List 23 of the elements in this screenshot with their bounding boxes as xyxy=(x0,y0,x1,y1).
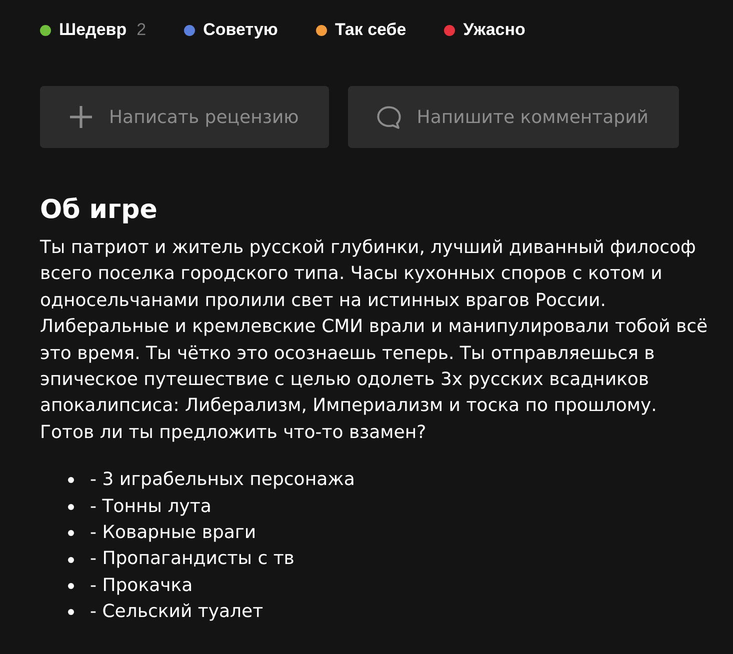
description-text: Ты патриот и житель русской глубинки, лучший диванный философ всего поселка городского типа. Часы кухонных споров с котом и односельчанами пролили свет на истинных врагов России. Либеральные и кремлевские СМИ врали и манипулировали тобой всё это время. Ты чётко это осознаешь теперь. Ты отправляешься в эпическое путешествие с целью одолеть 3х русских всадников апокалипсиса: Либерализм, Империализм и тоска по прошлому. Готов ли ты предложить что-то взамен? xyxy=(40,236,709,445)
feature-text: - Коварные враги xyxy=(90,521,256,546)
comment-button[interactable]: Напишите комментарий xyxy=(348,86,679,148)
rating-label: Ужасно xyxy=(463,20,526,40)
bullet-icon xyxy=(68,583,74,589)
bullet-icon xyxy=(68,477,74,484)
bullet-icon xyxy=(68,609,74,616)
plus-icon xyxy=(69,105,93,129)
rating-label: Советую xyxy=(203,20,278,40)
bullet-icon xyxy=(68,556,74,563)
bullet-icon xyxy=(68,504,74,510)
speech-bubble-icon xyxy=(376,106,401,128)
rating-label: Шедевр xyxy=(59,20,127,40)
write-review-button[interactable]: Написать рецензию xyxy=(40,86,329,148)
bullet-icon xyxy=(68,530,74,536)
rating-label: Так себе xyxy=(334,20,406,40)
feature-text: - Пропагандисты с тв xyxy=(90,547,294,572)
feature-text: - Сельский туалет xyxy=(90,600,264,624)
feature-text: - Тонны лута xyxy=(90,494,212,519)
rating-count: 2 xyxy=(136,20,146,40)
feature-text: - 3 играбельных персонажа xyxy=(90,468,355,492)
feature-text: - Прокачка xyxy=(90,574,193,598)
section-title: Об игре xyxy=(40,194,158,227)
